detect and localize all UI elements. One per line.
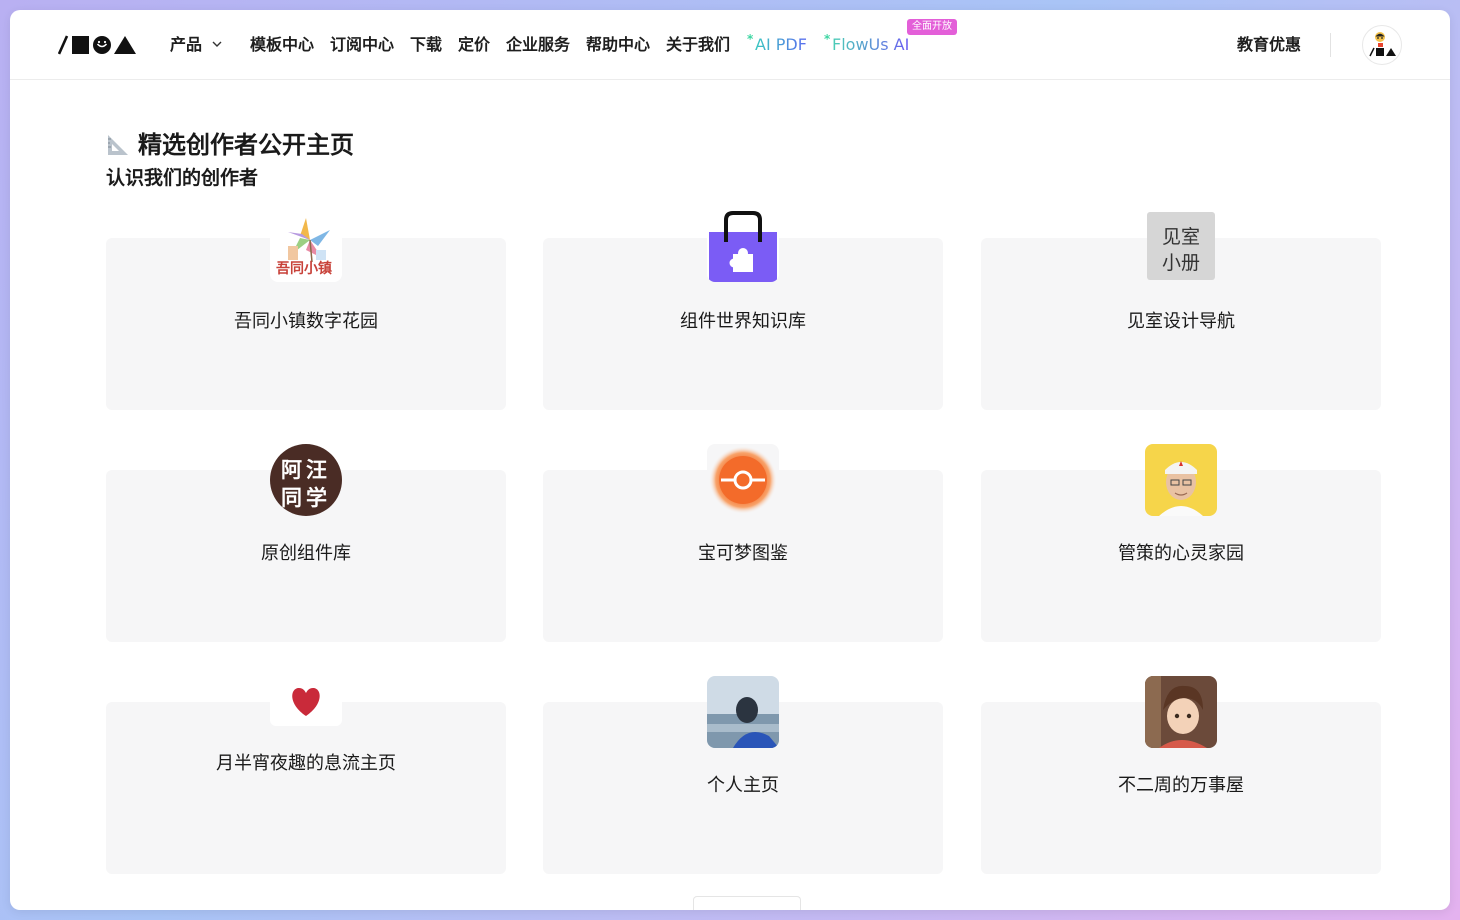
puzzle-bag-icon (707, 210, 779, 282)
sparkle-icon: * (824, 32, 831, 46)
creator-name: 原创组件库 (261, 543, 351, 564)
nav-about[interactable]: 关于我们 (666, 34, 730, 56)
creator-avatar-guance (1145, 444, 1217, 516)
creator-name: 组件世界知识库 (680, 311, 806, 332)
sparkle-icon: * (747, 32, 754, 46)
creator-name: 个人主页 (707, 775, 779, 796)
nav-templates[interactable]: 模板中心 (250, 34, 314, 56)
top-navigation: 产品 模板中心 订阅中心 下载 定价 企业服务 帮助中心 关于我们 * AI P… (10, 10, 1450, 80)
section-title: 精选创作者公开主页 (106, 130, 354, 160)
nav-flowus-ai-label: FlowUs AI (832, 35, 910, 54)
avatar-caption: 阿汪 (281, 458, 331, 482)
avatar-caption: 吾同小镇 (276, 261, 332, 277)
nav-ai-pdf[interactable]: * AI PDF (747, 32, 807, 56)
creator-name: 见室设计导航 (1127, 311, 1235, 332)
creator-avatar-component-world (707, 210, 779, 282)
nav-pricing[interactable]: 定价 (458, 34, 490, 56)
triangle-ruler-icon (108, 135, 128, 155)
nav-enterprise[interactable]: 企业服务 (506, 34, 570, 56)
section-title-text: 精选创作者公开主页 (138, 131, 354, 159)
avatar (1369, 32, 1396, 57)
nav-products[interactable]: 产品 (170, 34, 223, 56)
creator-name: 宝可梦图鉴 (698, 543, 788, 564)
creator-avatar-buerzhou (1145, 676, 1217, 748)
creator-avatar-wutong: 吾同小镇 (270, 210, 342, 282)
person-photo (707, 676, 779, 748)
flowus-logo[interactable] (58, 35, 138, 55)
nav-download[interactable]: 下载 (410, 34, 442, 56)
chevron-down-icon (212, 41, 222, 47)
creator-avatar-pokedex (707, 444, 779, 516)
nav-flowus-ai[interactable]: * FlowUs AI (824, 32, 910, 56)
section-subtitle: 认识我们的创作者 (106, 167, 259, 189)
avatar-caption: 同学 (281, 486, 331, 510)
flowus-ai-badge: 全面开放 (907, 19, 957, 35)
browser-window: 产品 模板中心 订阅中心 下载 定价 企业服务 帮助中心 关于我们 * AI P… (10, 10, 1450, 910)
user-avatar-button[interactable] (1362, 25, 1402, 65)
creator-name: 吾同小镇数字花园 (234, 311, 378, 332)
creator-card-yueban[interactable]: 月半宵夜趣的息流主页 (106, 702, 506, 874)
nav-ai-pdf-label: AI PDF (755, 35, 807, 54)
anime-character-avatar (1145, 676, 1217, 748)
nav-help[interactable]: 帮助中心 (586, 34, 650, 56)
creator-avatar-personal (707, 676, 779, 748)
avatar-caption: 小册 (1161, 252, 1200, 274)
creator-avatar-awang: 阿汪 同学 (270, 444, 342, 516)
nav-subscription[interactable]: 订阅中心 (330, 34, 394, 56)
pokeball-icon (707, 444, 779, 516)
heart-icon (292, 688, 320, 716)
creator-avatar-yueban (270, 676, 342, 726)
creator-name: 管策的心灵家园 (1118, 543, 1244, 564)
creator-name: 月半宵夜趣的息流主页 (216, 753, 396, 774)
nav-divider (1330, 33, 1331, 57)
creator-avatar-jianshi: 见室 小册 (1147, 212, 1215, 280)
avatar-caption: 见室 (1161, 226, 1200, 248)
nav-education-discount[interactable]: 教育优惠 (1237, 34, 1301, 56)
nav-products-label: 产品 (170, 35, 203, 54)
creator-name: 不二周的万事屋 (1118, 775, 1244, 796)
load-more-tab[interactable] (693, 896, 801, 910)
person-photo (1145, 444, 1217, 516)
